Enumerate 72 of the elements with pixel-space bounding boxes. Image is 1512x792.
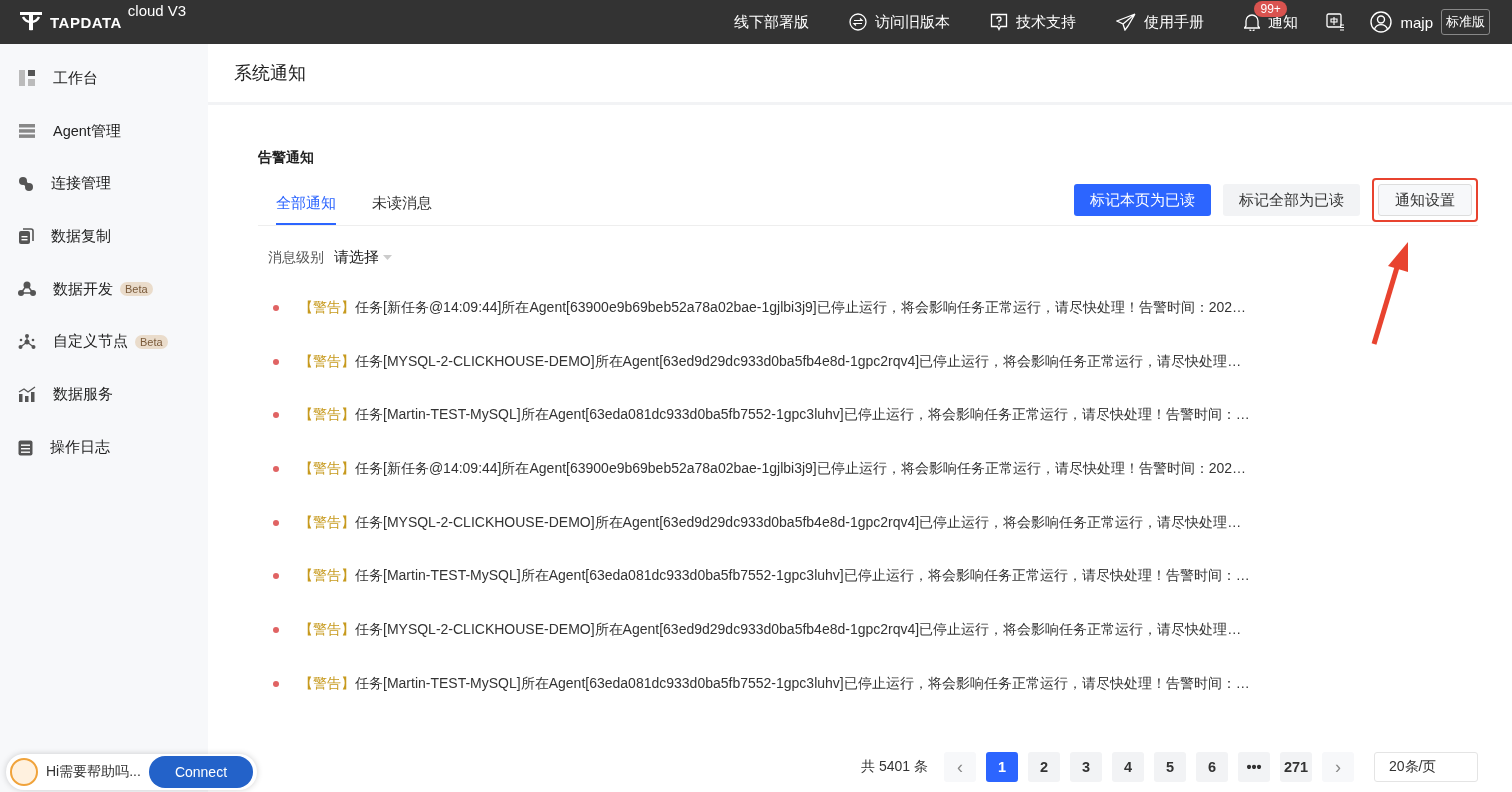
sidebar-item[interactable]: Agent管理	[0, 104, 208, 158]
nodes-icon	[18, 281, 36, 298]
beta-badge: Beta	[120, 282, 153, 297]
page-button[interactable]: 6	[1196, 752, 1228, 782]
top-link[interactable]: 技术支持	[990, 12, 1077, 32]
sidebar-label: 数据开发	[53, 279, 113, 299]
level-select[interactable]: 请选择	[334, 248, 392, 267]
notification-text[interactable]: 【警告】任务[Martin-TEST-MySQL]所在Agent[63eda081dc933d0ba5fb7552-1gpc3luhv]已停止运行，将会影响任务正常运行，请尽快处理！告警时间：…	[299, 406, 1250, 425]
avatar	[10, 758, 38, 786]
caret-icon	[383, 255, 392, 260]
page-title: 系统通知	[234, 62, 306, 85]
total-count: 共 5401 条	[861, 758, 928, 776]
page-button[interactable]: 4	[1112, 752, 1144, 782]
filter-label: 消息级别	[268, 248, 324, 267]
sidebar-label: 数据复制	[51, 226, 111, 246]
action-button[interactable]: 通知设置	[1378, 184, 1472, 216]
page-button[interactable]: •••	[1238, 752, 1270, 782]
help-icon	[990, 13, 1009, 31]
sidebar-item[interactable]: 数据复制	[0, 210, 208, 263]
sidebar-label: 自定义节点	[53, 332, 128, 352]
user-name: majp	[1400, 13, 1433, 31]
sidebar-item[interactable]: 连接管理	[0, 157, 208, 211]
page-button[interactable]: 271	[1280, 752, 1312, 782]
page-button[interactable]: 1	[986, 752, 1018, 782]
sidebar-label: 工作台	[53, 68, 98, 88]
notification-text[interactable]: 【警告】任务[MYSQL-2-CLICKHOUSE-DEMO]所在Agent[63ed9d29dc933d0ba5fb4e8d-1gpc2rqv4]已停止运行，将会影响任务正常运行，请尽快处理…	[299, 513, 1242, 532]
language-icon[interactable]	[1326, 13, 1347, 31]
action-button[interactable]: 标记全部为已读	[1223, 184, 1360, 216]
server-icon	[18, 123, 36, 140]
switch-arrows-icon	[849, 13, 868, 31]
beta-badge: Beta	[135, 334, 168, 349]
top-link[interactable]: 线下部署版	[734, 12, 810, 32]
tab[interactable]: 全部通知	[276, 194, 336, 225]
tab[interactable]: 未读消息	[372, 194, 432, 225]
user-menu[interactable]: majp	[1370, 11, 1433, 33]
document-icon	[18, 227, 34, 245]
paper-plane-icon	[1116, 13, 1137, 31]
sidebar-item[interactable]: 自定义节点 Beta	[0, 315, 208, 369]
page-button[interactable]: 5	[1154, 752, 1186, 782]
dashboard-icon	[18, 69, 36, 88]
sidebar-label: Agent管理	[53, 121, 121, 141]
link-icon	[18, 175, 34, 192]
top-link[interactable]: 使用手册	[1116, 12, 1205, 32]
logo-text: TAPDATA	[50, 13, 122, 31]
notification-text[interactable]: 【警告】任务[Martin-TEST-MySQL]所在Agent[63eda081dc933d0ba5fb7552-1gpc3luhv]已停止运行，将会影响任务正常运行，请尽快处理！告警时间：…	[299, 674, 1250, 693]
network-icon	[18, 333, 36, 350]
sidebar-label: 数据服务	[53, 384, 113, 404]
notification-text[interactable]: 【警告】任务[MYSQL-2-CLICKHOUSE-DEMO]所在Agent[63ed9d29dc933d0ba5fb4e8d-1gpc2rqv4]已停止运行，将会影响任务正常运行，请尽快处理…	[299, 620, 1242, 639]
page-button[interactable]: 3	[1070, 752, 1102, 782]
sidebar-item[interactable]: 数据服务	[0, 368, 208, 421]
notification-text[interactable]: 【警告】任务[新任务@14:09:44]所在Agent[63900e9b69beb52a78a02bae-1gjlbi3j9]已停止运行，将会影响任务正常运行，请尽快处理！告警时间：202…	[299, 298, 1247, 317]
page-button[interactable]: 2	[1028, 752, 1060, 782]
sidebar-item[interactable]: 工作台	[0, 52, 208, 105]
sidebar-item[interactable]: 操作日志	[0, 420, 208, 474]
user-icon	[1370, 11, 1393, 33]
notepad-icon	[18, 438, 33, 456]
sidebar-item[interactable]: 数据开发 Beta	[0, 262, 208, 316]
notification-text[interactable]: 【警告】任务[Martin-TEST-MySQL]所在Agent[63eda081dc933d0ba5fb7552-1gpc3luhv]已停止运行，将会影响任务正常运行，请尽快处理！告警时间：…	[299, 567, 1250, 586]
chat-text: Hi需要帮助吗...	[46, 763, 141, 781]
connect-button[interactable]: Connect	[148, 756, 254, 788]
sidebar-label: 连接管理	[51, 174, 111, 194]
bell-icon	[1244, 13, 1261, 31]
page-size-select[interactable]: 20条/页	[1374, 752, 1478, 782]
notification-text[interactable]: 【警告】任务[MYSQL-2-CLICKHOUSE-DEMO]所在Agent[63ed9d29dc933d0ba5fb4e8d-1gpc2rqv4]已停止运行，将会影响任务正常运行，请尽快处理…	[299, 352, 1242, 371]
action-button[interactable]: 标记本页为已读	[1074, 184, 1211, 216]
sidebar-label: 操作日志	[50, 437, 110, 457]
top-link[interactable]: 访问旧版本	[849, 12, 951, 32]
product-name: cloud V3	[127, 2, 187, 19]
section-title: 告警通知	[258, 149, 315, 167]
plan-badge: 标准版	[1441, 9, 1490, 35]
bar-chart-icon	[18, 386, 36, 403]
notification-text[interactable]: 【警告】任务[新任务@14:09:44]所在Agent[63900e9b69beb52a78a02bae-1gjlbi3j9]已停止运行，将会影响任务正常运行，请尽快处理！告警时间：202…	[299, 459, 1247, 478]
